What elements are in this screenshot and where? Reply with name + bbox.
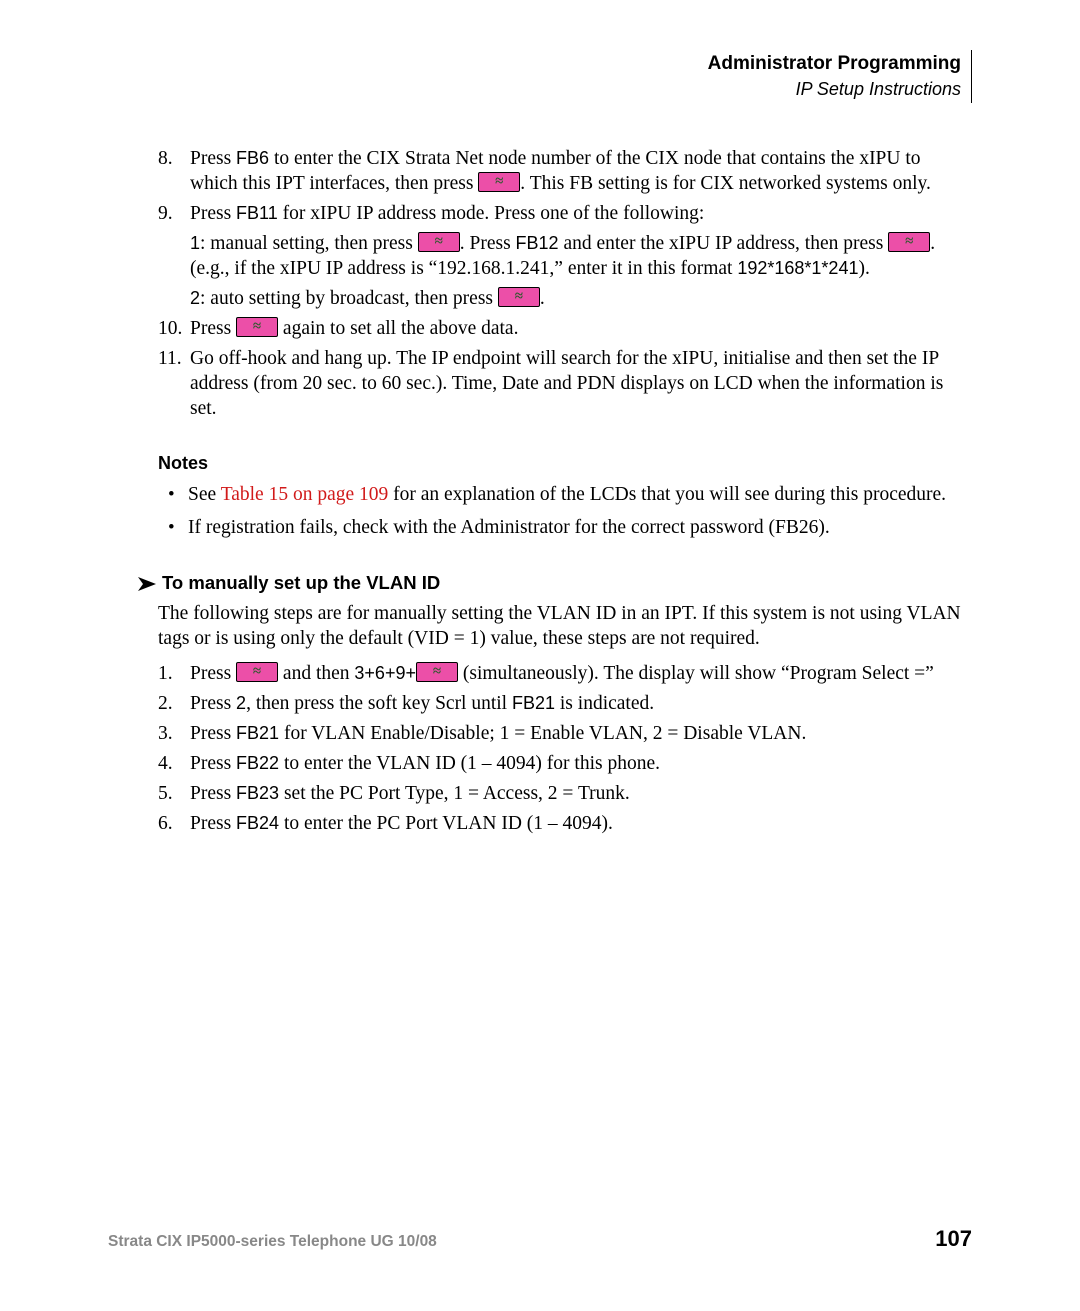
procedure-list: 8. Press FB6 to enter the CIX Strata Net… <box>158 147 972 422</box>
hold-button-icon <box>418 232 460 252</box>
step-text: and enter the xIPU IP address, then pres… <box>559 233 889 254</box>
step-10: 10. Press again to set all the above dat… <box>158 317 972 342</box>
step-text: Press <box>190 813 236 834</box>
step-11: 11. Go off-hook and hang up. The IP endp… <box>158 347 972 422</box>
footer-doc-title: Strata CIX IP5000-series Telephone UG 10… <box>108 1232 437 1252</box>
key-fb24: FB24 <box>236 813 279 833</box>
vlan-heading: To manually set up the VLAN ID <box>138 571 972 595</box>
step-text: Press <box>190 203 236 224</box>
step-number: 4. <box>158 752 173 777</box>
step-number: 8. <box>158 147 173 172</box>
vlan-step-6: 6. Press FB24 to enter the PC Port VLAN … <box>158 812 972 837</box>
arrow-right-icon <box>138 577 156 591</box>
page-footer: Strata CIX IP5000-series Telephone UG 10… <box>108 1225 972 1253</box>
vlan-step-3: 3. Press FB21 for VLAN Enable/Disable; 1… <box>158 722 972 747</box>
note-2: If registration fails, check with the Ad… <box>158 516 972 541</box>
step-text: Press <box>190 148 236 169</box>
key-fb11: FB11 <box>236 203 278 223</box>
key-fb12: FB12 <box>516 233 559 253</box>
header-subtitle: IP Setup Instructions <box>108 78 961 101</box>
notes-list: See Table 15 on page 109 for an explanat… <box>158 483 972 541</box>
step-text: Go off-hook and hang up. The IP endpoint… <box>190 348 943 419</box>
header-title: Administrator Programming <box>108 52 961 76</box>
step-text: Press <box>190 663 236 684</box>
hold-button-icon <box>416 662 458 682</box>
note-1: See Table 15 on page 109 for an explanat… <box>158 483 972 508</box>
key-fb23: FB23 <box>236 783 279 803</box>
step-text: ). <box>858 258 869 279</box>
step-text: Press <box>190 783 236 804</box>
step-text: set the PC Port Type, 1 = Access, 2 = Tr… <box>279 783 630 804</box>
step-text: for xIPU IP address mode. Press one of t… <box>278 203 705 224</box>
step-8: 8. Press FB6 to enter the CIX Strata Net… <box>158 147 972 197</box>
step-text: : auto setting by broadcast, then press <box>200 288 498 309</box>
table-15-link[interactable]: Table 15 on page 109 <box>221 484 389 505</box>
vlan-step-4: 4. Press FB22 to enter the VLAN ID (1 – … <box>158 752 972 777</box>
hold-button-icon <box>478 172 520 192</box>
page: Administrator Programming IP Setup Instr… <box>0 0 1080 1311</box>
step-text: . <box>540 288 545 309</box>
step-9-sub-1: 1: manual setting, then press . Press FB… <box>190 232 972 282</box>
step-text: : manual setting, then press <box>200 233 418 254</box>
note-text: for an explanation of the LCDs that you … <box>388 484 946 505</box>
vlan-step-1: 1. Press and then 3+6+9+ (simultaneously… <box>158 662 972 687</box>
step-number: 6. <box>158 812 173 837</box>
step-text: Press <box>190 318 236 339</box>
hold-button-icon <box>236 317 278 337</box>
hold-button-icon <box>236 662 278 682</box>
page-content: 8. Press FB6 to enter the CIX Strata Net… <box>108 147 972 837</box>
hold-button-icon <box>888 232 930 252</box>
page-header: Administrator Programming IP Setup Instr… <box>108 50 972 103</box>
step-9: 9. Press FB11 for xIPU IP address mode. … <box>158 202 972 312</box>
key-2: 2 <box>236 693 246 713</box>
step-number: 2. <box>158 692 173 717</box>
key-combo: 3+6+9+ <box>354 663 416 683</box>
step-text: , then press the soft key Scrl until <box>246 693 512 714</box>
step-text: Press <box>190 753 236 774</box>
key-fb6: FB6 <box>236 148 269 168</box>
note-text: See <box>188 484 221 505</box>
step-text: for VLAN Enable/Disable; 1 = Enable VLAN… <box>279 723 806 744</box>
ip-format: 192*168*1*241 <box>737 258 858 278</box>
option-1-key: 1 <box>190 233 200 253</box>
step-9-sub-2: 2: auto setting by broadcast, then press… <box>190 287 972 312</box>
step-text: and then <box>278 663 354 684</box>
step-number: 3. <box>158 722 173 747</box>
vlan-steps: 1. Press and then 3+6+9+ (simultaneously… <box>158 662 972 837</box>
step-number: 5. <box>158 782 173 807</box>
step-text: . Press <box>460 233 516 254</box>
step-text: is indicated. <box>555 693 654 714</box>
step-text: Press <box>190 723 236 744</box>
step-text: . This FB setting is for CIX networked s… <box>520 173 931 194</box>
key-fb21: FB21 <box>512 693 555 713</box>
step-text: (simultaneously). The display will show … <box>458 663 934 684</box>
hold-button-icon <box>498 287 540 307</box>
vlan-step-2: 2. Press 2, then press the soft key Scrl… <box>158 692 972 717</box>
step-text: to enter the PC Port VLAN ID (1 – 4094). <box>279 813 613 834</box>
step-number: 10. <box>158 317 182 342</box>
key-fb21: FB21 <box>236 723 279 743</box>
step-number: 1. <box>158 662 173 687</box>
key-fb22: FB22 <box>236 753 279 773</box>
vlan-intro: The following steps are for manually set… <box>158 602 972 652</box>
vlan-step-5: 5. Press FB23 set the PC Port Type, 1 = … <box>158 782 972 807</box>
notes-heading: Notes <box>158 452 972 475</box>
page-number: 107 <box>935 1225 972 1253</box>
option-2-key: 2 <box>190 288 200 308</box>
step-number: 11. <box>158 347 182 372</box>
step-number: 9. <box>158 202 173 227</box>
step-text: Press <box>190 693 236 714</box>
step-text: to enter the VLAN ID (1 – 4094) for this… <box>279 753 660 774</box>
vlan-heading-text: To manually set up the VLAN ID <box>162 572 440 593</box>
step-text: again to set all the above data. <box>278 318 518 339</box>
note-text: If registration fails, check with the Ad… <box>188 517 830 538</box>
